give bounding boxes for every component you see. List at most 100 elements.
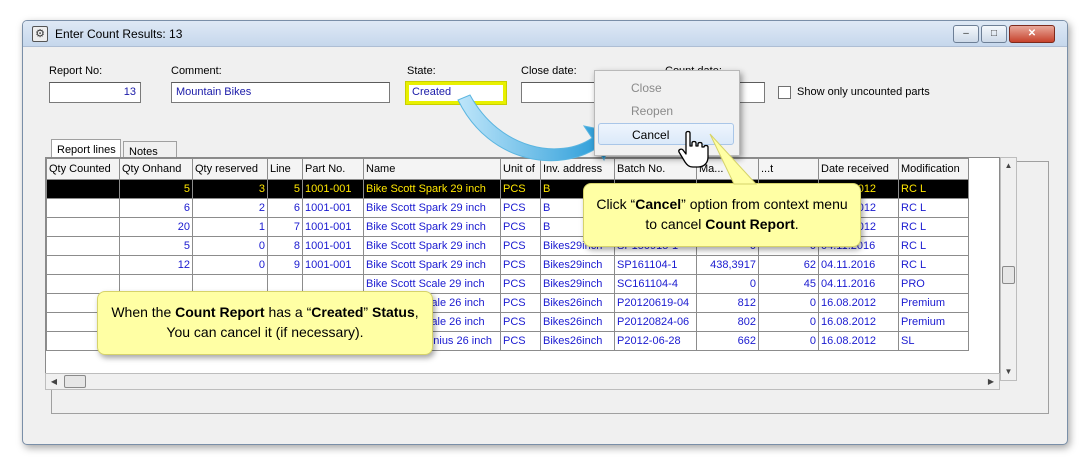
table-cell[interactable]: PCS (500, 312, 541, 332)
table-cell[interactable]: Bike Scott Spark 29 inch (363, 198, 501, 218)
column-header[interactable]: Date received (818, 158, 899, 180)
table-cell[interactable]: PCS (500, 236, 541, 256)
table-cell[interactable]: 16.08.2012 (818, 331, 899, 351)
table-cell[interactable]: 45 (758, 274, 819, 294)
table-cell[interactable]: PRO (898, 274, 969, 294)
report-no-field[interactable]: 13 (49, 82, 141, 103)
table-cell[interactable]: P20120619-04 (614, 293, 697, 313)
table-cell[interactable]: 1001-001 (302, 179, 364, 199)
comment-field[interactable]: Mountain Bikes (171, 82, 390, 103)
table-cell[interactable]: Bikes26inch (540, 331, 615, 351)
table-cell[interactable]: SP161104-1 (614, 255, 697, 275)
table-cell[interactable]: RC L (898, 255, 969, 275)
table-cell[interactable]: 04.11.2016 (818, 255, 899, 275)
table-cell[interactable]: 812 (696, 293, 759, 313)
column-header[interactable]: Qty Counted (46, 158, 120, 180)
table-cell[interactable]: 12 (119, 255, 193, 275)
state-field[interactable]: Created (406, 82, 506, 104)
table-cell[interactable]: Bikes29inch (540, 255, 615, 275)
table-cell[interactable]: RC L (898, 217, 969, 237)
horizontal-scrollbar[interactable]: ◀ ▶ (45, 373, 1000, 390)
table-cell[interactable]: 62 (758, 255, 819, 275)
table-cell[interactable]: 662 (696, 331, 759, 351)
table-cell[interactable]: RC L (898, 179, 969, 199)
table-cell[interactable]: 9 (267, 255, 303, 275)
table-cell[interactable]: 8 (267, 236, 303, 256)
menu-item-close[interactable]: Close (598, 77, 734, 99)
table-cell[interactable]: 6 (119, 198, 193, 218)
table-cell[interactable]: Bikes29inch (540, 274, 615, 294)
scroll-left-icon[interactable]: ◀ (46, 374, 62, 389)
table-cell[interactable]: 5 (119, 179, 193, 199)
table-cell[interactable]: 0 (192, 236, 268, 256)
table-cell[interactable]: PCS (500, 331, 541, 351)
table-cell[interactable] (46, 179, 120, 199)
table-cell[interactable]: Bike Scott Spark 29 inch (363, 217, 501, 237)
table-cell[interactable] (46, 198, 120, 218)
table-cell[interactable]: 2 (192, 198, 268, 218)
vertical-scroll-thumb[interactable] (1002, 266, 1015, 284)
table-cell[interactable]: PCS (500, 274, 541, 294)
table-cell[interactable]: 1001-001 (302, 236, 364, 256)
column-header[interactable]: Name (363, 158, 501, 180)
table-cell[interactable]: PCS (500, 293, 541, 313)
table-cell[interactable]: 0 (192, 255, 268, 275)
table-cell[interactable]: 0 (758, 331, 819, 351)
table-row[interactable]: 12 0 9 1001-001 Bike Scott Spark 29 inch PCS B… (46, 255, 969, 275)
table-cell[interactable]: 802 (696, 312, 759, 332)
table-cell[interactable]: PCS (500, 255, 541, 275)
table-cell[interactable]: 1001-001 (302, 198, 364, 218)
table-cell[interactable]: 5 (119, 236, 193, 256)
table-cell[interactable]: 0 (758, 312, 819, 332)
table-cell[interactable] (46, 217, 120, 237)
table-cell[interactable]: Bikes26inch (540, 293, 615, 313)
column-header[interactable]: Line (267, 158, 303, 180)
table-cell[interactable]: P20120824-06 (614, 312, 697, 332)
scroll-up-icon[interactable]: ▲ (1001, 158, 1016, 174)
show-uncounted-checkbox[interactable] (778, 86, 791, 99)
column-header[interactable]: Inv. address (540, 158, 615, 180)
table-cell[interactable]: PCS (500, 198, 541, 218)
horizontal-scroll-thumb[interactable] (64, 375, 86, 388)
table-cell[interactable]: 0 (758, 293, 819, 313)
table-cell[interactable]: RC L (898, 236, 969, 256)
table-cell[interactable]: 7 (267, 217, 303, 237)
column-header[interactable]: Modification (898, 158, 969, 180)
vertical-scrollbar[interactable]: ▲ ▼ (1000, 157, 1017, 381)
table-cell[interactable]: Bike Scott Spark 29 inch (363, 255, 501, 275)
table-cell[interactable]: P2012-06-28 (614, 331, 697, 351)
table-cell[interactable]: 6 (267, 198, 303, 218)
maximize-button[interactable]: □ (981, 25, 1007, 43)
table-cell[interactable]: Bike Scott Spark 29 inch (363, 236, 501, 256)
table-cell[interactable] (46, 255, 120, 275)
table-cell[interactable]: 1 (192, 217, 268, 237)
table-cell[interactable]: 16.08.2012 (818, 293, 899, 313)
table-cell[interactable]: SC161104-4 (614, 274, 697, 294)
table-cell[interactable]: 3 (192, 179, 268, 199)
column-header[interactable]: Qty reserved (192, 158, 268, 180)
table-cell[interactable]: Premium (898, 293, 969, 313)
menu-item-reopen[interactable]: Reopen (598, 100, 734, 122)
column-header[interactable]: ...t (758, 158, 819, 180)
scroll-right-icon[interactable]: ▶ (983, 374, 999, 389)
column-header[interactable]: Unit of (500, 158, 541, 180)
table-cell[interactable]: SL (898, 331, 969, 351)
table-cell[interactable]: RC L (898, 198, 969, 218)
scroll-down-icon[interactable]: ▼ (1001, 364, 1016, 380)
table-cell[interactable]: PCS (500, 179, 541, 199)
table-cell[interactable]: 5 (267, 179, 303, 199)
table-cell[interactable] (46, 236, 120, 256)
table-cell[interactable]: Premium (898, 312, 969, 332)
table-cell[interactable]: 20 (119, 217, 193, 237)
table-cell[interactable]: 438,3917 (696, 255, 759, 275)
column-header[interactable]: Qty Onhand (119, 158, 193, 180)
column-header[interactable]: Part No. (302, 158, 364, 180)
table-cell[interactable]: Bikes26inch (540, 312, 615, 332)
table-cell[interactable]: PCS (500, 217, 541, 237)
table-cell[interactable]: 0 (696, 274, 759, 294)
table-cell[interactable]: Bike Scott Spark 29 inch (363, 179, 501, 199)
table-cell[interactable]: 16.08.2012 (818, 312, 899, 332)
table-cell[interactable]: 04.11.2016 (818, 274, 899, 294)
close-button[interactable]: ✕ (1009, 25, 1055, 43)
table-cell[interactable]: 1001-001 (302, 255, 364, 275)
